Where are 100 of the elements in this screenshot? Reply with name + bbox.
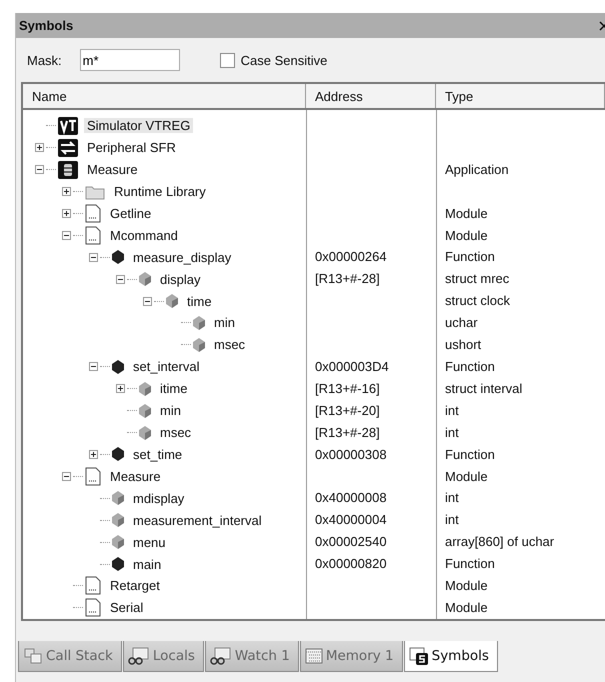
folder-icon [85,184,105,200]
type-text: Module [445,578,488,594]
type-text: Function [445,249,495,264]
symbol-name[interactable]: Serial [107,600,146,616]
file-icon [85,226,101,245]
expand-toggle[interactable] [62,187,71,196]
file-icon [85,204,101,223]
type-text: Module [445,228,488,243]
symbol-name[interactable]: msec [211,337,248,352]
expand-toggle[interactable] [116,384,125,394]
collapse-toggle[interactable] [143,296,152,306]
symbol-name[interactable]: Getline [107,206,154,221]
type-text: Module [445,468,488,484]
stack-icon [23,647,43,665]
cube-icon [139,382,151,396]
type-text: struct clock [445,293,510,308]
collapse-toggle[interactable] [62,230,71,240]
address-text: 0x00000820 [315,556,387,572]
vt-icon [58,116,78,135]
symbol-name[interactable]: time [184,294,215,309]
address-text: 0x40000008 [315,490,387,506]
symbol-name[interactable]: msec [157,425,194,440]
address-text: 0x00000308 [315,446,387,462]
type-text: struct mrec [445,271,510,286]
type-text: array[860] of uchar [445,534,554,550]
expand-toggle[interactable] [62,208,71,218]
type-text: Module [445,206,488,221]
symbol-name[interactable]: set_interval [130,359,202,374]
collapse-toggle[interactable] [116,274,125,284]
type-text: struct interval [445,380,522,396]
database-icon [58,160,78,179]
type-text: ushort [445,337,482,352]
expand-toggle[interactable] [35,143,44,152]
cube-icon [166,294,178,308]
expand-toggle[interactable] [89,450,98,459]
symbol-name[interactable]: measure_display [130,250,234,265]
symbol-name[interactable]: Runtime Library [111,184,209,200]
symbol-name[interactable]: mdisplay [130,490,188,506]
address-text: 0x00000264 [315,249,387,264]
type-text: int [445,424,459,440]
grid-icon [304,648,323,664]
symbols-icon [408,647,429,665]
case-sensitive-checkbox[interactable] [220,52,235,68]
symbol-name[interactable]: main [130,556,164,572]
type-text: int [445,402,459,418]
glasses-icon [128,647,150,665]
cube-icon [112,535,124,550]
file-icon [85,598,101,618]
mask-label: Mask: [27,52,62,68]
cube-icon [193,316,205,330]
address-text: 0x00002540 [315,534,387,550]
panel-tab[interactable]: Watch 1 [204,641,299,672]
type-text: Function [445,556,495,572]
cube-icon [112,360,124,374]
collapse-toggle[interactable] [89,362,98,372]
symbol-name[interactable]: Simulator VTREG [84,118,194,134]
collapse-toggle[interactable] [89,252,98,262]
window-title: Symbols [19,18,74,33]
symbol-name[interactable]: itime [157,381,190,396]
mask-field[interactable]: m* [80,49,180,71]
symbol-name[interactable]: Measure [84,162,141,178]
collapse-toggle[interactable] [35,165,44,174]
symbol-name[interactable]: measurement_interval [130,512,265,528]
symbol-name[interactable]: menu [130,534,169,550]
type-text: int [445,512,459,528]
cube-icon [193,338,205,352]
type-text: Application [445,162,509,177]
cube-icon [139,426,151,440]
symbol-name[interactable]: min [211,315,238,330]
column-header[interactable]: Name [23,84,306,108]
symbol-name[interactable]: Retarget [107,578,163,594]
cube-icon [112,447,124,462]
symbol-name[interactable]: display [157,272,204,287]
address-text: [R13+#-20] [315,402,380,418]
symbol-name[interactable]: set_time [130,446,186,462]
arrows-icon [58,138,78,157]
cube-icon [112,557,124,572]
address-text: [R13+#-28] [315,271,380,286]
column-header[interactable]: Address [306,84,436,108]
panel-tab[interactable]: Symbols [404,641,498,672]
panel-tab[interactable]: Memory 1 [300,641,403,672]
address-text: [R13+#-28] [315,424,380,440]
address-text: 0x40000004 [315,512,387,528]
collapse-toggle[interactable] [62,472,71,481]
symbol-name[interactable]: min [157,403,184,418]
symbol-name[interactable]: Peripheral SFR [84,140,179,156]
address-text: [R13+#-16] [315,380,380,396]
cube-icon [139,404,151,418]
panel-tab[interactable]: Call Stack [18,641,122,672]
symbol-name[interactable]: Mcommand [107,228,181,243]
file-icon [85,576,101,596]
symbol-name[interactable]: Measure [107,468,164,484]
glasses-icon [210,647,232,665]
panel-tab[interactable]: Locals [122,641,204,672]
cube-icon [112,250,124,264]
file-icon [85,466,101,486]
type-text: uchar [445,315,478,330]
column-header[interactable]: Type [436,84,605,108]
close-icon[interactable] [599,20,605,30]
case-sensitive-label: Case Sensitive [240,52,328,68]
